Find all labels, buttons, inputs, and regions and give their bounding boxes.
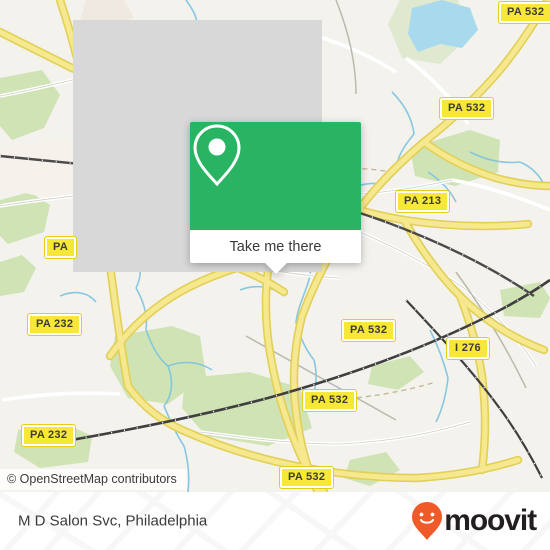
footer-bar: M D Salon Svc, Philadelphia moovit [0,492,550,550]
road-shield: PA 532 [278,466,335,489]
moovit-smiley-pin-icon [412,502,443,540]
road-shield: PA 532 [438,97,495,120]
map-attribution[interactable]: © OpenStreetMap contributors [0,469,187,490]
place-popup-card[interactable]: Take me there [190,122,361,274]
road-shield: PA 532 [301,389,358,412]
moovit-wordmark: moovit [444,504,537,537]
map-pin-icon [193,124,241,187]
road-shield: PA 232 [26,313,83,336]
place-title: M D Salon Svc, Philadelphia [18,512,208,530]
road-shield: PA [43,236,78,259]
road-shield: PA 532 [340,319,397,342]
road-shield: PA 532 [497,1,550,24]
moovit-place-map-screen: PA 532 PA 532 PA 213 PA PA 232 PA 532 I … [0,0,550,550]
moovit-brand-logo[interactable]: moovit [410,501,537,541]
take-me-there-button[interactable]: Take me there [190,230,361,274]
popup-pointer [264,263,287,274]
road-shield: I 276 [446,337,490,360]
road-shield: PA 213 [394,190,451,213]
popup-icon-area [190,122,361,230]
map-canvas[interactable]: PA 532 PA 532 PA 213 PA PA 232 PA 532 I … [0,0,550,492]
take-me-there-label: Take me there [229,238,322,255]
road-shield: PA 232 [20,424,77,447]
